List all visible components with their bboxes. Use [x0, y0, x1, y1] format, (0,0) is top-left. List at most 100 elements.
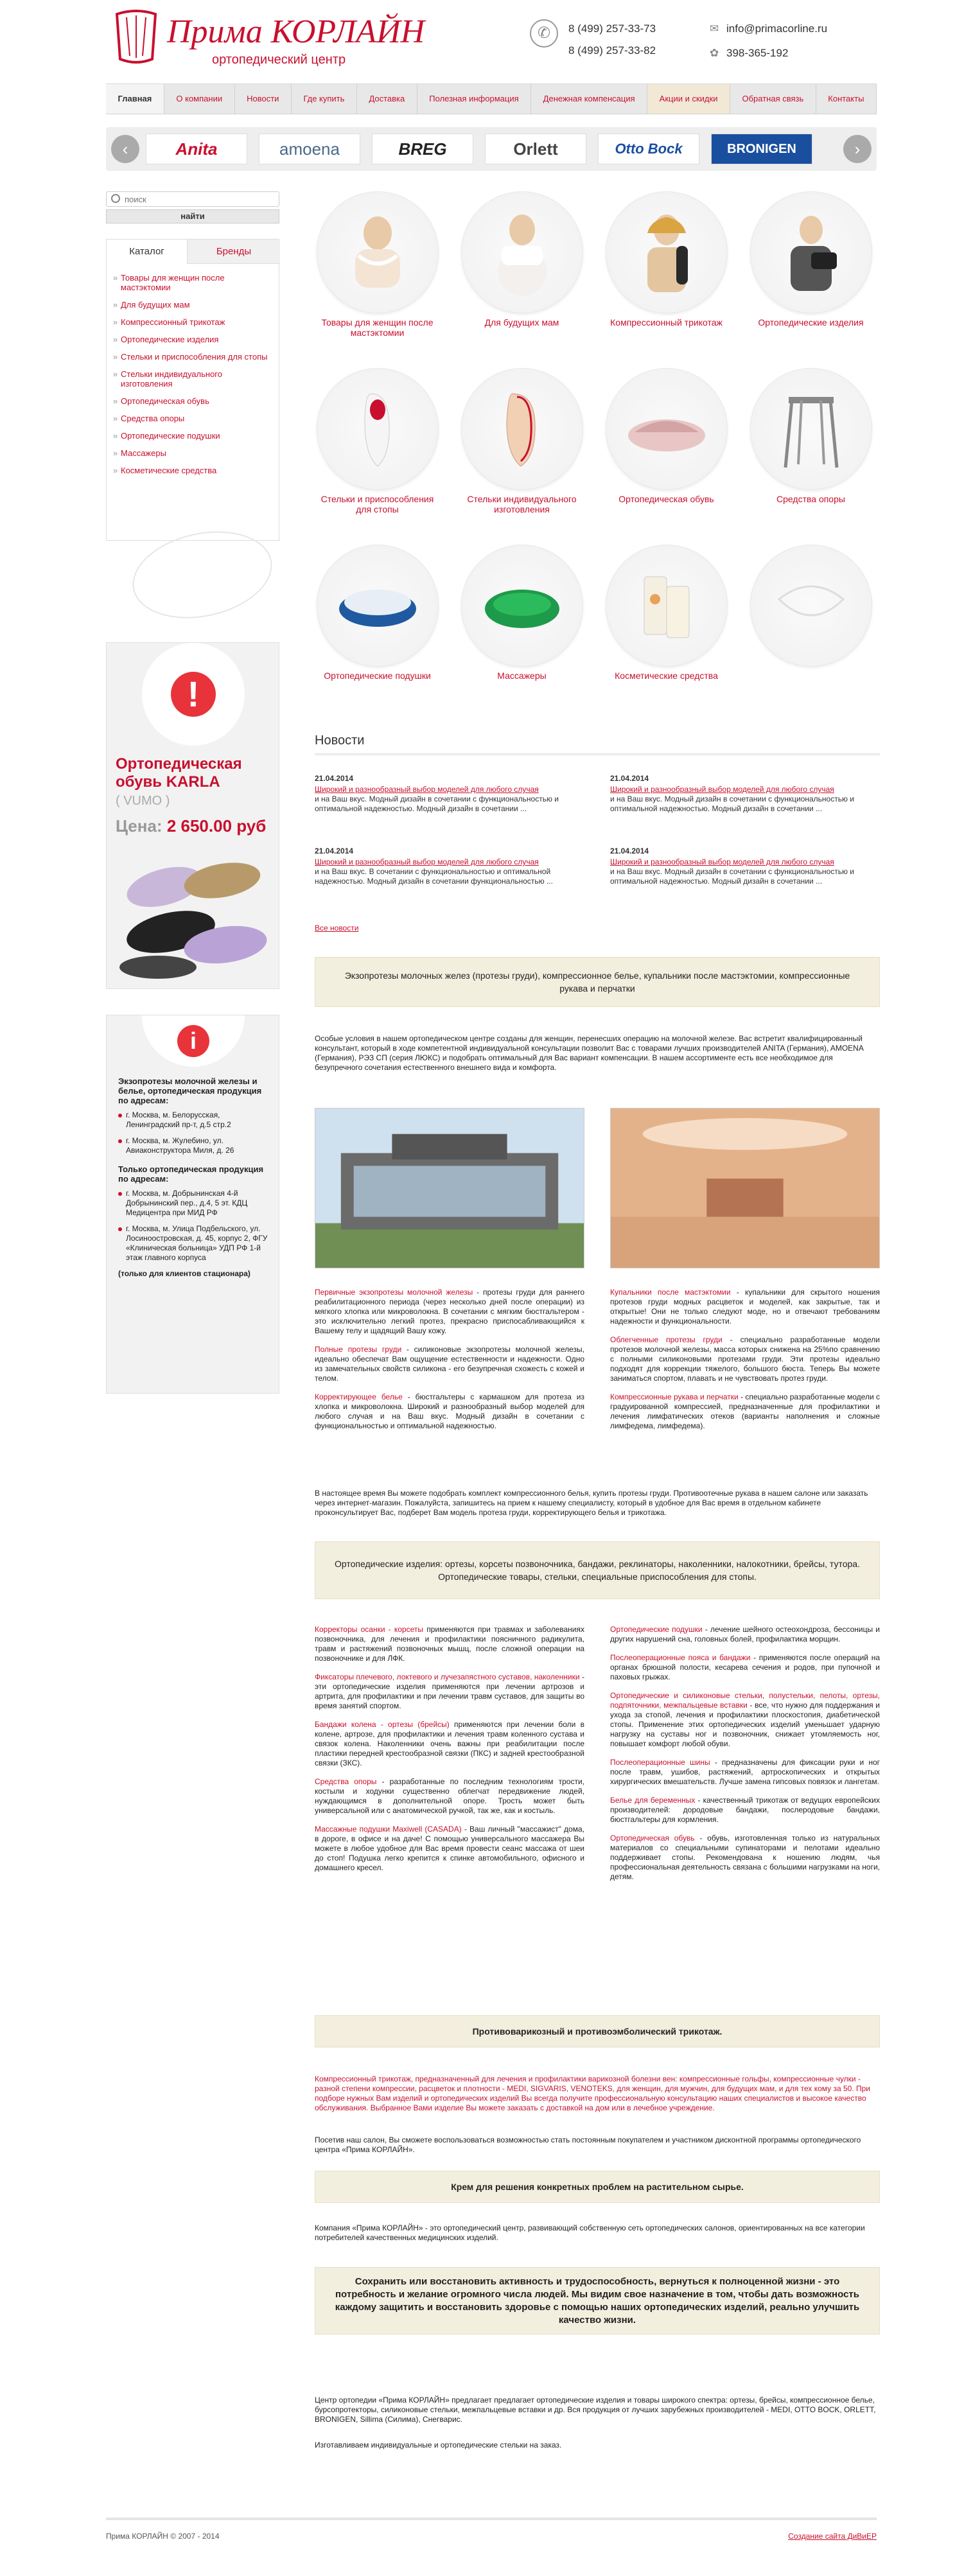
product-image: [605, 545, 728, 667]
news-link[interactable]: Широкий и разнообразный выбор моделей дл…: [315, 857, 539, 866]
catalog-item[interactable]: Средства опоры: [113, 414, 274, 423]
nav-item[interactable]: О компании: [164, 84, 235, 114]
product-label: Компрессионный трикотаж: [610, 317, 723, 328]
news-body: и на Ваш вкус. Модный дизайн в сочетании…: [610, 794, 855, 813]
building-photo: [315, 1108, 584, 1268]
info-badge: i: [142, 1015, 245, 1067]
paragraph-title[interactable]: Купальники после мастэктомии: [610, 1288, 731, 1297]
paragraph-title[interactable]: Средства опоры: [315, 1777, 376, 1786]
product-tile[interactable]: Косметические средства: [604, 545, 729, 721]
paragraph-title[interactable]: Облегченные протезы груди: [610, 1335, 723, 1344]
paragraph-title[interactable]: Фиксаторы плечевого, локтевого и лучезап…: [315, 1672, 580, 1681]
nav-item[interactable]: Контакты: [816, 84, 877, 114]
corset-logo-icon: [115, 10, 157, 64]
news-link[interactable]: Широкий и разнообразный выбор моделей дл…: [610, 857, 834, 866]
catalog-item[interactable]: Ортопедические подушки: [113, 431, 274, 441]
product-tile[interactable]: Ортопедические изделия: [748, 191, 873, 368]
nav-item[interactable]: Денежная компенсация: [531, 84, 648, 114]
paragraph-title[interactable]: Первичные экзопротезы молочной железы: [315, 1288, 473, 1297]
center-description-text: Центр ортопедии «Прима КОРЛАЙН» предлага…: [315, 2396, 876, 2424]
catalog-item[interactable]: Ортопедические изделия: [113, 335, 274, 344]
catalog-item[interactable]: Компрессионный трикотаж: [113, 317, 274, 327]
promo-box[interactable]: ! Ортопедическая обувь KARLA ( VUMO ) Це…: [106, 642, 279, 989]
paragraph-title[interactable]: Белье для беременных: [610, 1796, 695, 1805]
product-label: Товары для женщин после мастэктомии: [321, 317, 434, 338]
nav-item[interactable]: Главная: [106, 84, 164, 114]
product-image: [316, 368, 439, 490]
carousel-prev-arrow-icon[interactable]: ‹: [111, 135, 139, 163]
tab-catalog[interactable]: Каталог: [107, 240, 187, 264]
brand-logo[interactable]: Anita: [146, 134, 247, 164]
catalog-item[interactable]: Для будущих мам: [113, 300, 274, 310]
discount-text: Посетив наш салон, Вы сможете воспользов…: [315, 2135, 861, 2154]
catalog-item[interactable]: Косметические средства: [113, 466, 274, 475]
paragraph-title[interactable]: Корректоры осанки - корсеты: [315, 1625, 423, 1634]
brand-logo[interactable]: BREG: [372, 134, 473, 164]
all-news-link[interactable]: Все новости: [315, 924, 358, 933]
paragraph-title[interactable]: Послеоперационные пояса и бандажи: [610, 1653, 750, 1662]
product-tile[interactable]: Стельки и приспособления для стопы: [315, 368, 440, 545]
tab-brands[interactable]: Бренды: [187, 240, 280, 264]
product-tile[interactable]: Стельки индивидуального изготовления: [459, 368, 584, 545]
nav-item[interactable]: Доставка: [357, 84, 417, 114]
addresses-heading: Экзопротезы молочной железы и белье, орт…: [118, 1076, 262, 1105]
product-paragraph: Ортопедическая обувь - обувь, изготовлен…: [610, 1834, 880, 1882]
nav-item[interactable]: Акции и скидки: [647, 84, 730, 114]
product-tile[interactable]: Средства опоры: [748, 368, 873, 545]
paragraph-title[interactable]: Корректирующее белье: [315, 1392, 403, 1401]
product-tile[interactable]: Массажеры: [459, 545, 584, 721]
brand-logo[interactable]: Otto Bock: [598, 134, 699, 164]
product-tile[interactable]: Для будущих мам: [459, 191, 584, 368]
news-body: и на Ваш вкус. В сочетании с функциональ…: [315, 867, 553, 886]
brand-logo[interactable]: BRONIGEN: [711, 134, 812, 164]
address-item: г. Москва, м. Улица Подбельского, ул. Ло…: [118, 1224, 272, 1263]
site-logo[interactable]: Прима КОРЛАЙН ортопедический центр: [106, 8, 478, 72]
catalog-item[interactable]: Товары для женщин после мастэктомии: [113, 273, 274, 292]
carousel-next-arrow-icon[interactable]: ›: [843, 135, 872, 163]
catalog-item[interactable]: Стельки индивидуального изготовления: [113, 369, 274, 389]
nav-item[interactable]: Полезная информация: [417, 84, 532, 114]
nav-item[interactable]: Новости: [235, 84, 292, 114]
product-label: Для будущих мам: [484, 317, 559, 328]
paragraph-title[interactable]: Бандажи колена - ортезы (брейсы): [315, 1720, 450, 1729]
catalog-item[interactable]: Стельки и приспособления для стопы: [113, 352, 274, 362]
paragraph-title[interactable]: Массажные подушки Maxiwell (CASADA): [315, 1825, 462, 1834]
intro-text: Особые условия в нашем ортопедическом це…: [315, 1034, 864, 1072]
paragraph-title[interactable]: Ортопедические подушки: [610, 1625, 703, 1634]
paragraph-title[interactable]: Ортопедическая обувь: [610, 1834, 695, 1843]
nav-item[interactable]: Где купить: [292, 84, 357, 114]
news-link[interactable]: Широкий и разнообразный выбор моделей дл…: [610, 785, 834, 794]
product-tile[interactable]: Ортопедические подушки: [315, 545, 440, 721]
product-image: [460, 545, 583, 667]
consultation-text: В настоящее время Вы можете подобрать ко…: [315, 1489, 868, 1517]
catalog-item[interactable]: Массажеры: [113, 448, 274, 458]
developer-link[interactable]: Создание сайта ДиВиЕР: [788, 2532, 877, 2541]
insoles-text: Изготавливаем индивидуальные и ортопедич…: [315, 2440, 562, 2449]
product-tile[interactable]: Компрессионный трикотаж: [604, 191, 729, 368]
email-link[interactable]: info@primacorline.ru: [726, 22, 827, 35]
catalog-item[interactable]: Ортопедическая обувь: [113, 396, 274, 406]
brand-logo[interactable]: amoena: [259, 134, 360, 164]
product-tile[interactable]: Ортопедическая обувь: [604, 368, 729, 545]
product-label: Стельки и приспособления для стопы: [320, 494, 434, 514]
phone-1: 8 (499) 257-33-73: [568, 22, 656, 35]
price-label: Цена:: [116, 816, 162, 836]
nav-item[interactable]: Обратная связь: [730, 84, 816, 114]
paragraph-title[interactable]: Компрессионные рукава и перчатки: [610, 1392, 739, 1401]
product-image: [605, 368, 728, 490]
phone-icon: ✆: [530, 19, 558, 48]
paragraph-title[interactable]: Полные протезы груди: [315, 1345, 401, 1354]
search-input[interactable]: [106, 191, 279, 207]
news-link[interactable]: Широкий и разнообразный выбор моделей дл…: [315, 785, 539, 794]
section-banner: Крем для решения конкретных проблем на р…: [315, 2171, 880, 2203]
search-button[interactable]: найти: [106, 209, 279, 223]
search-icon: [111, 194, 120, 203]
brand-logo[interactable]: Orlett: [485, 134, 586, 164]
product-label: Ортопедические подушки: [324, 670, 431, 681]
product-tile[interactable]: Товары для женщин после мастэктомии: [315, 191, 440, 368]
paragraph-title[interactable]: Послеоперационные шины: [610, 1758, 710, 1767]
product-tile[interactable]: [748, 545, 873, 721]
news-date: 21.04.2014: [610, 774, 649, 783]
exclamation-icon: !: [171, 672, 216, 717]
promo-title: Ортопедическая обувь KARLA: [116, 755, 242, 791]
